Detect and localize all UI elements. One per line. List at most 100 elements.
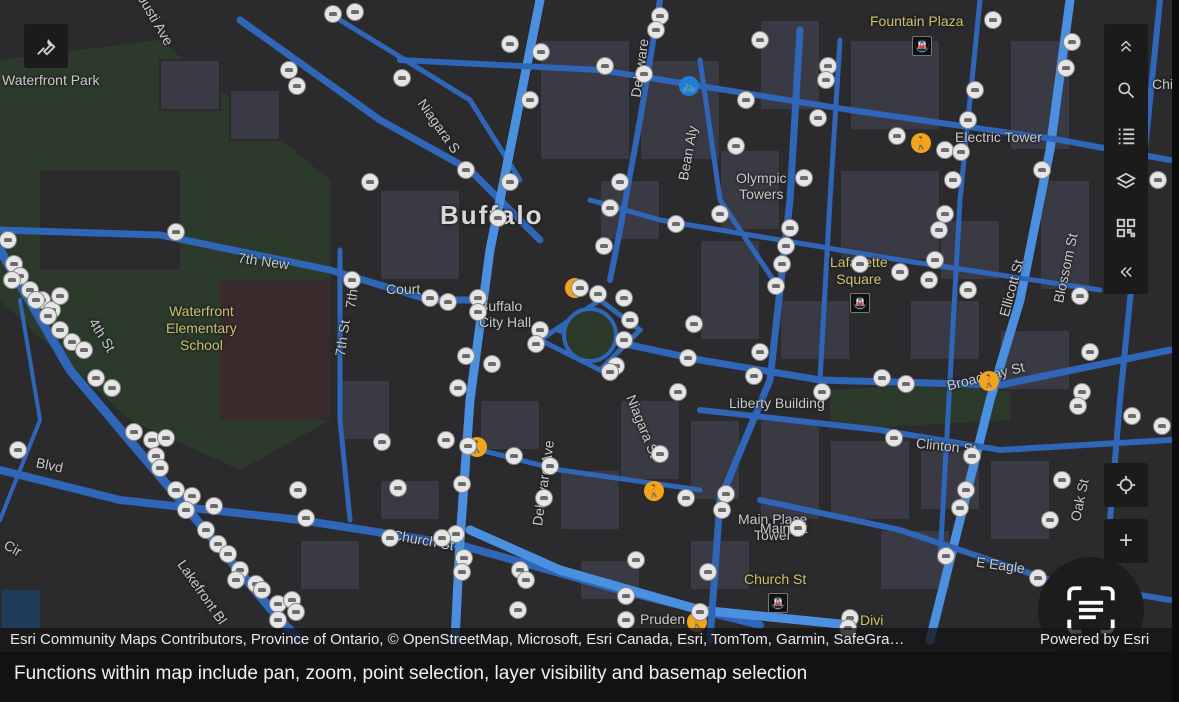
vehicle-point-marker[interactable] (596, 57, 614, 75)
vehicle-point-marker[interactable] (737, 91, 755, 109)
vehicle-point-marker[interactable] (459, 437, 477, 455)
vehicle-point-marker[interactable] (483, 355, 501, 373)
collapse-toolbar-button[interactable] (1104, 24, 1148, 68)
vehicle-point-marker[interactable] (781, 219, 799, 237)
basemap-button[interactable] (1104, 206, 1148, 250)
pedestrian-marker[interactable]: 🚶 (644, 481, 664, 501)
vehicle-point-marker[interactable] (167, 223, 185, 241)
vehicle-point-marker[interactable] (51, 287, 69, 305)
vehicle-point-marker[interactable] (773, 255, 791, 273)
vehicle-point-marker[interactable] (595, 237, 613, 255)
vehicle-point-marker[interactable] (535, 489, 553, 507)
vehicle-point-marker[interactable] (27, 291, 45, 309)
locate-button[interactable] (1104, 463, 1148, 507)
search-button[interactable] (1104, 68, 1148, 112)
vehicle-point-marker[interactable] (897, 375, 915, 393)
vehicle-point-marker[interactable] (751, 343, 769, 361)
vehicle-point-marker[interactable] (151, 459, 169, 477)
vehicle-point-marker[interactable] (39, 307, 57, 325)
vehicle-point-marker[interactable] (601, 199, 619, 217)
vehicle-point-marker[interactable] (1153, 417, 1171, 435)
vehicle-point-marker[interactable] (219, 545, 237, 563)
vehicle-point-marker[interactable] (1057, 59, 1075, 77)
vehicle-point-marker[interactable] (289, 481, 307, 499)
vehicle-point-marker[interactable] (745, 367, 763, 385)
vehicle-point-marker[interactable] (957, 481, 975, 499)
vehicle-point-marker[interactable] (677, 489, 695, 507)
vehicle-point-marker[interactable] (1071, 287, 1089, 305)
vehicle-point-marker[interactable] (751, 31, 769, 49)
tools-button[interactable] (24, 24, 68, 68)
pedestrian-marker[interactable]: 🚶 (979, 371, 999, 391)
vehicle-point-marker[interactable] (1033, 161, 1051, 179)
vehicle-point-marker[interactable] (517, 571, 535, 589)
vehicle-point-marker[interactable] (449, 379, 467, 397)
vehicle-point-marker[interactable] (324, 5, 342, 23)
vehicle-point-marker[interactable] (944, 171, 962, 189)
vehicle-point-marker[interactable] (952, 143, 970, 161)
vehicle-point-marker[interactable] (809, 109, 827, 127)
vehicle-point-marker[interactable] (926, 251, 944, 269)
vehicle-point-marker[interactable] (667, 215, 685, 233)
vehicle-point-marker[interactable] (381, 529, 399, 547)
expand-panel-button[interactable] (1104, 250, 1148, 294)
vehicle-point-marker[interactable] (966, 81, 984, 99)
vehicle-point-marker[interactable] (501, 173, 519, 191)
attribution-sources[interactable]: Esri Community Maps Contributors, Provin… (10, 628, 1030, 652)
vehicle-point-marker[interactable] (3, 271, 21, 289)
vehicle-point-marker[interactable] (685, 315, 703, 333)
vehicle-point-marker[interactable] (589, 285, 607, 303)
vehicle-point-marker[interactable] (393, 69, 411, 87)
vehicle-point-marker[interactable] (453, 563, 471, 581)
vehicle-point-marker[interactable] (789, 519, 807, 537)
vehicle-point-marker[interactable] (635, 65, 653, 83)
vehicle-point-marker[interactable] (346, 3, 364, 21)
transit-station-icon[interactable]: 🚇 (768, 593, 788, 613)
vehicle-point-marker[interactable] (439, 293, 457, 311)
vehicle-point-marker[interactable] (699, 563, 717, 581)
vehicle-point-marker[interactable] (777, 237, 795, 255)
vehicle-point-marker[interactable] (227, 571, 245, 589)
vehicle-point-marker[interactable] (9, 441, 27, 459)
vehicle-point-marker[interactable] (885, 429, 903, 447)
legend-button[interactable] (1104, 114, 1148, 158)
vehicle-point-marker[interactable] (1069, 397, 1087, 415)
vehicle-point-marker[interactable] (711, 205, 729, 223)
vehicle-point-marker[interactable] (795, 169, 813, 187)
map-view[interactable]: Buffalo Waterfront Park Fountain Plaza E… (0, 0, 1172, 700)
vehicle-point-marker[interactable] (615, 331, 633, 349)
vehicle-point-marker[interactable] (767, 277, 785, 295)
vehicle-point-marker[interactable] (617, 587, 635, 605)
vehicle-point-marker[interactable] (501, 35, 519, 53)
vehicle-point-marker[interactable] (888, 127, 906, 145)
bike-share-marker[interactable]: 🚲 (679, 76, 699, 96)
vehicle-point-marker[interactable] (669, 383, 687, 401)
vehicle-point-marker[interactable] (1149, 171, 1167, 189)
vehicle-point-marker[interactable] (627, 551, 645, 569)
vehicle-point-marker[interactable] (75, 341, 93, 359)
vehicle-point-marker[interactable] (1041, 511, 1059, 529)
vehicle-point-marker[interactable] (813, 383, 831, 401)
vehicle-point-marker[interactable] (963, 447, 981, 465)
vehicle-point-marker[interactable] (288, 77, 306, 95)
vehicle-point-marker[interactable] (651, 445, 669, 463)
vehicle-point-marker[interactable] (817, 71, 835, 89)
vehicle-point-marker[interactable] (373, 433, 391, 451)
vehicle-point-marker[interactable] (453, 475, 471, 493)
vehicle-point-marker[interactable] (959, 281, 977, 299)
vehicle-point-marker[interactable] (891, 263, 909, 281)
vehicle-point-marker[interactable] (389, 479, 407, 497)
vehicle-point-marker[interactable] (343, 271, 361, 289)
layers-button[interactable] (1104, 160, 1148, 204)
vehicle-point-marker[interactable] (601, 363, 619, 381)
vehicle-point-marker[interactable] (509, 601, 527, 619)
vehicle-point-marker[interactable] (984, 11, 1002, 29)
vehicle-point-marker[interactable] (157, 429, 175, 447)
vehicle-point-marker[interactable] (727, 137, 745, 155)
vehicle-point-marker[interactable] (457, 161, 475, 179)
vehicle-point-marker[interactable] (361, 173, 379, 191)
vehicle-point-marker[interactable] (615, 289, 633, 307)
vehicle-point-marker[interactable] (951, 499, 969, 517)
vehicle-point-marker[interactable] (647, 21, 665, 39)
vehicle-point-marker[interactable] (269, 611, 287, 629)
